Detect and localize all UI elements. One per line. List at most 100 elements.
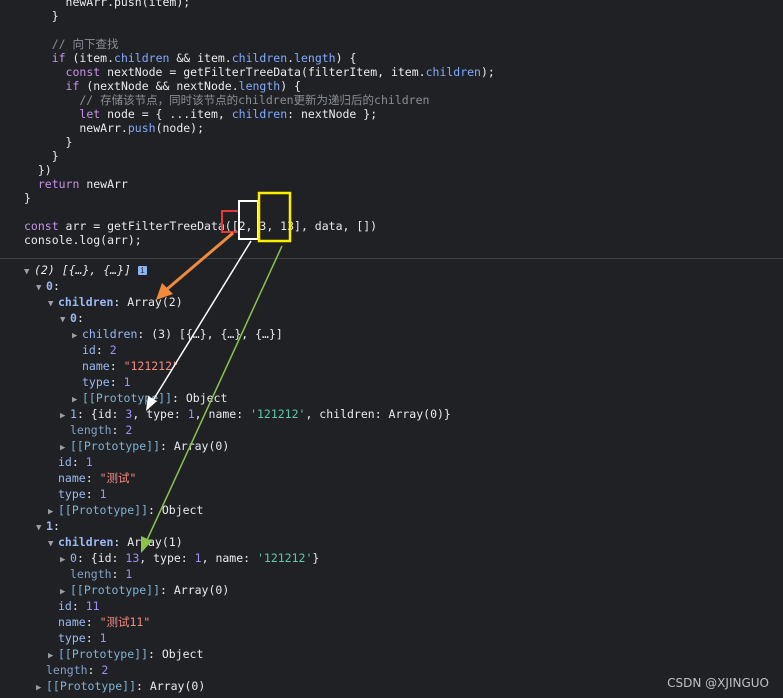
code-line: return newArr (24, 177, 128, 191)
console-token: 1 (187, 407, 195, 421)
console-tree-row[interactable]: ▶ [[Prototype]]: Object (72, 391, 227, 406)
console-token: : (52, 519, 60, 533)
console-token: id (58, 455, 72, 469)
code-line: const arr = getFilterTreeData([2, 3, 13]… (24, 219, 377, 233)
console-tree-row[interactable]: ▶ 0: {id: 13, type: 1, name: '121212'} (60, 551, 319, 566)
code-token: const (65, 65, 101, 79)
console-tree-row: length: 2 (36, 663, 108, 678)
console-tree-row[interactable]: ▼ (2) [{…}, {…}] i (24, 263, 147, 278)
collapsed-triangle-icon[interactable]: ▶ (60, 409, 70, 424)
console-token: type (58, 487, 86, 501)
console-token: type (82, 375, 110, 389)
console-tree-row[interactable]: ▶ [[Prototype]]: Object (48, 503, 203, 518)
console-divider (0, 258, 783, 259)
code-token: if (51, 51, 66, 65)
console-token: name (82, 359, 110, 373)
console-token: : {id: (76, 551, 126, 565)
code-token: && item. (169, 51, 232, 65)
console-token: : Array(0) (160, 583, 230, 597)
collapsed-triangle-icon[interactable]: ▶ (72, 329, 82, 344)
console-token: 1 (99, 487, 107, 501)
console-tree-row[interactable]: ▼ 0: (36, 279, 60, 294)
console-tree-row[interactable]: ▶ [[Prototype]]: Object (48, 647, 203, 662)
console-token: [[Prototype]] (46, 679, 137, 693)
collapsed-triangle-icon[interactable]: ▶ (60, 441, 70, 456)
console-tree-row: id: 11 (48, 599, 100, 614)
row-spacer (72, 377, 82, 392)
console-tree-row[interactable]: ▼ children: Array(1) (48, 535, 183, 550)
console-token: 2 (101, 663, 109, 677)
console-tree-row[interactable]: ▼ 0: (60, 311, 84, 326)
code-line: if (nextNode && nextNode.length) { (24, 79, 301, 93)
row-spacer (72, 361, 82, 376)
console-tree-row: name: "测试11" (48, 615, 150, 630)
console-token: 0 (70, 551, 77, 565)
console-tree-row: length: 2 (60, 423, 132, 438)
console-tree-row[interactable]: ▼ children: Array(2) (48, 295, 183, 310)
console-token: : {id: (76, 407, 126, 421)
row-spacer (48, 617, 58, 632)
collapsed-triangle-icon[interactable]: ▶ (48, 649, 58, 664)
expanded-triangle-icon[interactable]: ▼ (48, 537, 58, 552)
console-token: : (111, 423, 126, 437)
code-token: } (24, 9, 59, 23)
code-line: let node = { ...item, children: nextNode… (24, 107, 377, 121)
expanded-triangle-icon[interactable]: ▼ (24, 265, 34, 280)
code-line: newArr.push(node); (24, 121, 204, 135)
console-token: , name: (201, 551, 257, 565)
code-token: children (231, 51, 288, 65)
collapsed-triangle-icon[interactable]: ▶ (72, 393, 82, 408)
code-line: // 向下查找 (24, 37, 119, 51)
console-token: 2 (125, 423, 133, 437)
console-tree-row[interactable]: ▶ 1: {id: 3, type: 1, name: '121212', chi… (60, 407, 451, 422)
console-tree-row: name: "测试" (48, 471, 136, 486)
console-tree-row[interactable]: ▶ children: (3) [{…}, {…}, {…}] (72, 327, 283, 342)
console-token: "测试11" (99, 615, 151, 629)
console-token: 1 (85, 455, 93, 469)
console-tree-row: id: 2 (72, 343, 117, 358)
code-line: } (24, 135, 73, 149)
code-token: (item. (65, 51, 115, 65)
console-token: 11 (85, 599, 100, 613)
console-token: '121212' (256, 551, 313, 565)
console-token: (2) [{…}, {…}] (34, 263, 138, 277)
code-line: }) (24, 163, 52, 177)
console-token: 0 (70, 311, 77, 325)
collapsed-triangle-icon[interactable]: ▶ (36, 681, 46, 696)
code-token: return (37, 177, 80, 191)
console-token: length (46, 663, 88, 677)
collapsed-triangle-icon[interactable]: ▶ (60, 585, 70, 600)
console-token: "121212" (123, 359, 179, 373)
console-tree-row[interactable]: ▼ 1: (36, 519, 60, 534)
console-token: : (52, 279, 60, 293)
expanded-triangle-icon[interactable]: ▼ (60, 313, 70, 328)
white-arrow-line (151, 240, 252, 403)
console-tree-row[interactable]: ▶ [[Prototype]]: Array(0) (36, 679, 205, 694)
code-token: : nextNode }; (287, 107, 378, 121)
info-icon[interactable]: i (137, 266, 147, 275)
code-line: // 存储该节点，同时该节点的children更新为递归后的children (24, 93, 429, 107)
console-token: length (70, 567, 112, 581)
expanded-triangle-icon[interactable]: ▼ (36, 281, 46, 296)
console-tree-row[interactable]: ▶ [[Prototype]]: Array(0) (60, 439, 229, 454)
console-token: : Object (148, 503, 204, 517)
collapsed-triangle-icon[interactable]: ▶ (60, 553, 70, 568)
console-token: : (85, 631, 100, 645)
console-token: : (3) [{…}, {…}, {…}] (137, 327, 283, 341)
console-token: children (82, 327, 138, 341)
console-token: name (58, 615, 86, 629)
console-token: length (70, 423, 112, 437)
console-token: : (109, 375, 124, 389)
code-line: } (24, 191, 31, 205)
row-spacer (48, 601, 58, 616)
console-token: : (71, 455, 86, 469)
expanded-triangle-icon[interactable]: ▼ (48, 297, 58, 312)
code-token: newArr. (24, 121, 128, 135)
collapsed-triangle-icon[interactable]: ▶ (48, 505, 58, 520)
expanded-triangle-icon[interactable]: ▼ (36, 521, 46, 536)
code-line: } (24, 149, 59, 163)
console-tree-row[interactable]: ▶ [[Prototype]]: Array(0) (60, 583, 229, 598)
code-token: newArr (79, 177, 128, 191)
